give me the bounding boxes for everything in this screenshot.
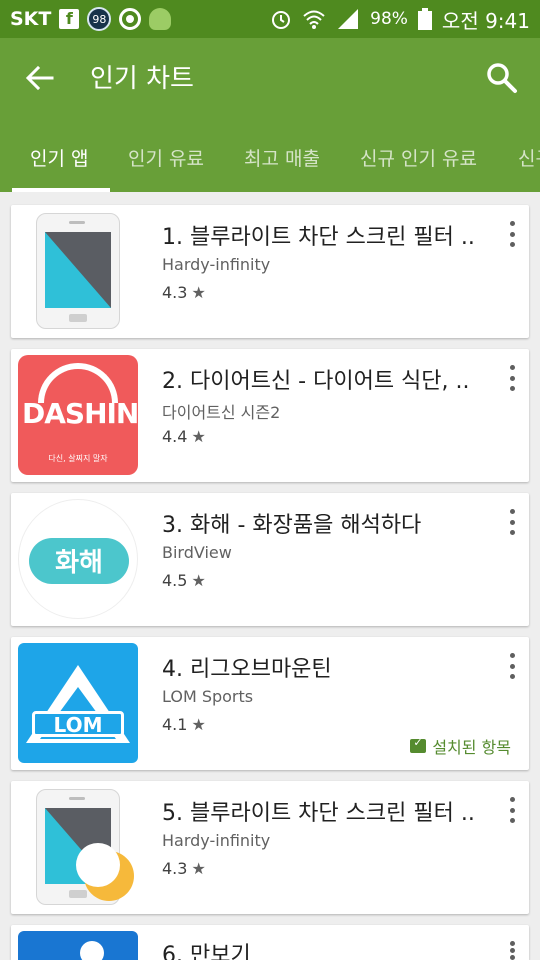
carrier-label: SKT xyxy=(10,8,52,30)
tab-bar: 인기 앱 인기 유료 최고 매출 신규 인기 유료 신규 xyxy=(0,120,540,192)
notification-badge-icon: 98 xyxy=(87,7,112,31)
app-title: 5. 블루라이트 차단 스크린 필터 .. xyxy=(162,801,475,826)
app-rating: 4.4 ★ xyxy=(162,427,206,446)
installed-bag-icon xyxy=(410,736,427,753)
lom-icon: LOM xyxy=(18,643,138,763)
pedometer-icon xyxy=(18,931,138,960)
app-developer: BirdView xyxy=(162,543,232,562)
wifi-icon xyxy=(303,10,325,29)
app-developer: Hardy-infinity xyxy=(162,255,271,274)
status-bar: SKT f 98 98% 오전 9:41 xyxy=(0,0,540,38)
app-card[interactable]: 5. 블루라이트 차단 스크린 필터 .. Hardy-infinity 4.3… xyxy=(11,781,529,914)
chrome-notification-icon xyxy=(119,8,142,30)
app-rating: 4.3 ★ xyxy=(162,859,206,878)
app-card[interactable]: LOM 4. 리그오브마운틴 LOM Sports 4.1★ 설치된 항목 xyxy=(11,637,529,770)
star-icon: ★ xyxy=(191,715,206,734)
signal-icon xyxy=(338,9,359,29)
hwahae-icon: 화해 xyxy=(18,499,138,619)
battery-icon xyxy=(417,8,432,30)
tab-top-paid[interactable]: 인기 유료 xyxy=(128,144,204,171)
app-title: 6. 만보기 xyxy=(162,943,251,960)
battery-percent: 98% xyxy=(370,9,408,29)
app-card[interactable]: 1. 블루라이트 차단 스크린 필터 .. Hardy-infinity 4.3… xyxy=(11,205,529,338)
tab-new[interactable]: 신규 xyxy=(518,144,540,171)
search-icon[interactable] xyxy=(484,60,520,96)
app-rating: 4.3 ★ xyxy=(162,283,206,302)
app-card[interactable]: 화해 3. 화해 - 화장품을 해석하다 BirdView 4.5 ★ xyxy=(11,493,529,626)
installed-badge: 설치된 항목 xyxy=(410,734,511,758)
star-icon: ★ xyxy=(191,283,206,302)
app-title: 2. 다이어트신 - 다이어트 식단, .. xyxy=(162,369,470,394)
bluelight-filter-icon xyxy=(18,211,138,331)
clock: 오전 9:41 xyxy=(441,8,530,33)
app-developer: LOM Sports xyxy=(162,687,254,706)
tab-indicator xyxy=(12,188,110,192)
tab-top-free[interactable]: 인기 앱 xyxy=(30,144,88,171)
app-title: 1. 블루라이트 차단 스크린 필터 .. xyxy=(162,225,475,250)
app-card[interactable]: 6. 만보기 xyxy=(11,925,529,960)
moon-icon xyxy=(76,843,134,901)
android-notification-icon xyxy=(149,8,172,30)
app-rating: 4.1 ★ xyxy=(162,715,206,734)
more-options-icon[interactable] xyxy=(507,653,517,679)
alarm-icon xyxy=(272,11,291,29)
app-title: 4. 리그오브마운틴 xyxy=(162,657,332,682)
more-options-icon[interactable] xyxy=(507,221,517,247)
more-options-icon[interactable] xyxy=(507,797,517,823)
app-developer: 다이어트신 시즌2 xyxy=(162,403,281,422)
more-options-icon[interactable] xyxy=(507,365,517,391)
app-title: 3. 화해 - 화장품을 해석하다 xyxy=(162,513,422,538)
tab-trending-paid[interactable]: 신규 인기 유료 xyxy=(360,144,477,171)
more-options-icon[interactable] xyxy=(507,509,517,535)
facebook-notification-icon: f xyxy=(59,9,80,29)
app-bar: 인기 차트 xyxy=(0,38,540,120)
star-icon: ★ xyxy=(191,859,206,878)
tab-top-grossing[interactable]: 최고 매출 xyxy=(244,144,320,171)
app-rating: 4.5 ★ xyxy=(162,571,206,590)
more-options-icon[interactable] xyxy=(507,941,517,960)
star-icon: ★ xyxy=(191,427,206,446)
app-developer: Hardy-infinity xyxy=(162,831,271,850)
dashin-icon: DASHIN 다신, 살찌지 말자 xyxy=(18,355,138,475)
app-card[interactable]: DASHIN 다신, 살찌지 말자 2. 다이어트신 - 다이어트 식단, .. … xyxy=(11,349,529,482)
page-title: 인기 차트 xyxy=(90,64,194,94)
star-icon: ★ xyxy=(191,571,206,590)
bluelight-filter-night-icon xyxy=(18,787,138,907)
back-arrow-icon[interactable] xyxy=(22,60,58,96)
